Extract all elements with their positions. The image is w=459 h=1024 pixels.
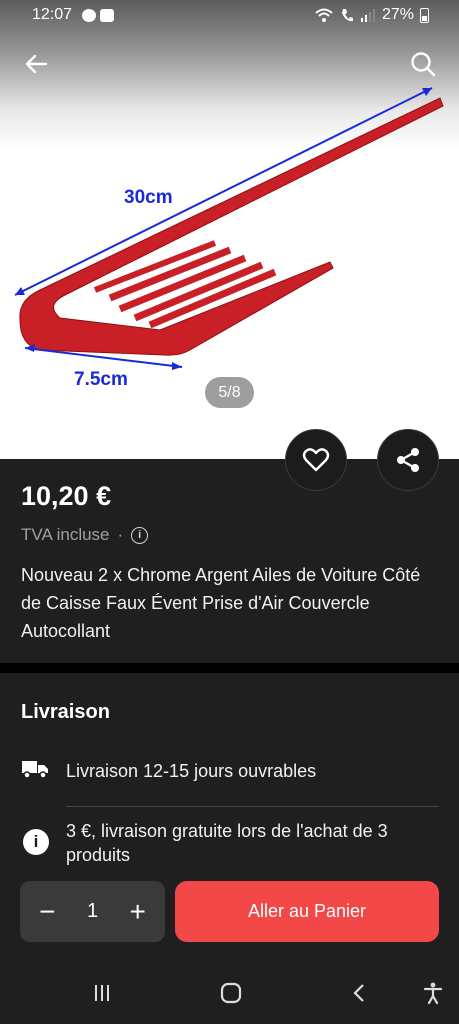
notification-icons [82,8,115,22]
dimension-label-length: 30cm [124,187,173,208]
delivery-time-row: Livraison 12-15 jours ouvrables [21,758,316,781]
recent-apps-icon [95,985,109,1001]
tax-label: TVA incluse [21,525,110,544]
delivery-time-text: Livraison 12-15 jours ouvrables [66,761,317,781]
delivery-info-text: 3 €, livraison gratuite lors de l'achat … [66,821,388,865]
decrease-quantity-button[interactable]: − [32,896,62,928]
truck-icon [22,761,48,779]
heart-icon [302,448,330,472]
quantity-stepper: − 1 + [20,881,165,942]
favorite-button[interactable] [285,429,347,491]
product-price: 10,20 € [21,481,112,511]
search-button[interactable] [407,48,439,80]
image-counter: 5/8 [205,377,254,408]
gallery-icon [100,8,115,22]
product-title: Nouveau 2 x Chrome Argent Ailes de Voitu… [21,565,421,641]
home-button[interactable] [216,978,246,1008]
tax-row: TVA incluse · i [21,525,149,545]
battery-icon [420,7,429,23]
info-circle-icon: i [23,829,49,855]
status-time: 12:07 [32,6,73,23]
share-button[interactable] [377,429,439,491]
go-to-cart-button[interactable]: Aller au Panier [175,881,439,942]
search-icon [411,52,436,77]
delivery-separator [66,806,439,807]
arrow-left-icon [25,54,48,74]
status-right: 27% [314,6,429,24]
info-icon[interactable]: i [131,526,149,544]
quantity-value: 1 [86,900,99,922]
wifi-icon [315,8,333,22]
status-bar: 12:07 27% [0,0,459,30]
product-image-gallery[interactable]: 30cm 7.5cm 5/8 [0,0,459,459]
accessibility-button[interactable] [418,978,448,1008]
home-icon [220,982,242,1004]
back-button[interactable] [20,48,52,80]
product-info: 10,20 € TVA incluse · i Nouveau 2 x Chro… [0,459,459,663]
share-icon [397,448,419,472]
recent-apps-button[interactable] [87,978,117,1008]
chevron-left-icon [353,984,364,1002]
battery-percent: 27% [381,6,414,23]
tax-separator: · [117,525,124,544]
product-page: 30cm 7.5cm 5/8 12:07 27% 10,20 € TVA inc… [0,0,459,1024]
back-nav-button[interactable] [345,978,375,1008]
call-icon [341,9,353,22]
signal-icon [360,9,375,22]
dimension-label-width: 7.5cm [74,369,128,390]
system-nav-bar [0,960,459,1024]
section-divider [0,663,459,673]
increase-quantity-button[interactable]: + [123,896,153,928]
delivery-heading: Livraison [21,701,110,723]
accessibility-icon [423,982,443,1005]
message-icon [82,8,97,22]
